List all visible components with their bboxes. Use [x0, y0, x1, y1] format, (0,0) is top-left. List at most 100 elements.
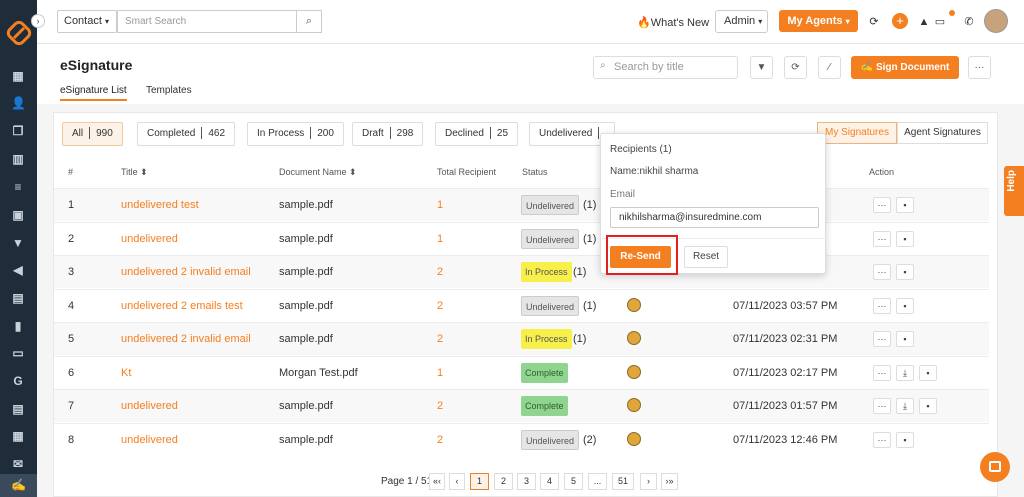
row-delete-button[interactable]: ▪	[896, 197, 914, 213]
row-more-button[interactable]: ···	[873, 197, 891, 213]
page-button[interactable]: 4	[540, 473, 559, 490]
row-title-link[interactable]: undelivered 2 emails test	[121, 300, 243, 312]
my-signatures-toggle[interactable]: My Signatures	[817, 122, 897, 144]
filter-completed[interactable]: Completed 462	[137, 122, 236, 146]
contact-type-select[interactable]: Contact ▾	[57, 10, 117, 33]
admin-select[interactable]: Admin ▾	[715, 10, 768, 33]
folder-icon[interactable]: ▭	[11, 346, 25, 360]
notes-icon[interactable]: ▤	[11, 291, 25, 305]
row-recipient-count[interactable]: 2	[437, 266, 443, 278]
row-title-link[interactable]: Kt	[121, 367, 131, 379]
dashboard-icon[interactable]: ▦	[11, 69, 25, 83]
page-button[interactable]: ›	[640, 473, 657, 490]
recipient-email-input[interactable]: nikhilsharma@insuredmine.com	[610, 207, 819, 228]
page-button[interactable]: ‹	[449, 473, 465, 490]
row-recipient-count[interactable]: 2	[437, 434, 443, 446]
bell-icon[interactable]: ▲	[917, 15, 931, 29]
row-recipient-count[interactable]: 2	[437, 300, 443, 312]
row-title-link[interactable]: undelivered	[121, 434, 178, 446]
row-recipient-count[interactable]: 2	[437, 333, 443, 345]
phone-icon[interactable]: ✆	[962, 15, 976, 29]
row-recipient-count[interactable]: 1	[437, 233, 443, 245]
refresh-button[interactable]: ⟳	[784, 56, 807, 79]
row-title-link[interactable]: undelivered	[121, 400, 178, 412]
user-avatar[interactable]	[984, 9, 1008, 33]
row-more-button[interactable]: ···	[873, 264, 891, 280]
title-search-input[interactable]: Search by title	[593, 56, 738, 79]
row-delete-button[interactable]: ▪	[896, 431, 914, 448]
row-delete-button[interactable]: ▪	[919, 398, 937, 414]
row-download-button[interactable]: ⤓	[896, 398, 914, 414]
page-button[interactable]: 3	[517, 473, 536, 490]
megaphone-icon[interactable]: ◀	[11, 263, 25, 277]
row-more-button[interactable]: ···	[873, 297, 891, 314]
row-more-button[interactable]: ···	[873, 331, 891, 347]
smart-search-input[interactable]: Smart Search	[117, 10, 297, 33]
row-title-link[interactable]: undelivered	[121, 233, 178, 245]
report-icon[interactable]: ▤	[11, 402, 25, 416]
filter-declined[interactable]: Declined 25	[435, 122, 519, 146]
reset-button[interactable]: Reset	[684, 246, 728, 268]
page-button[interactable]: 2	[494, 473, 513, 490]
page-button[interactable]: 5	[564, 473, 583, 490]
row-title-link[interactable]: undelivered 2 invalid email	[121, 333, 251, 345]
page-button[interactable]: ›»	[661, 473, 678, 490]
status-count[interactable]: (1)	[583, 199, 596, 211]
row-title-link[interactable]: undelivered test	[121, 199, 199, 211]
row-title-link[interactable]: undelivered 2 invalid email	[121, 266, 251, 278]
sidebar-item-esignature[interactable]: ✍	[0, 474, 37, 497]
row-recipient-count[interactable]: 1	[437, 367, 443, 379]
row-more-button[interactable]: ···	[873, 398, 891, 414]
list-icon[interactable]: ≡	[11, 180, 25, 194]
status-count[interactable]: (2)	[583, 434, 596, 446]
row-more-button[interactable]: ···	[873, 364, 891, 381]
mail-icon[interactable]: ✉	[11, 457, 25, 471]
status-count[interactable]: (1)	[573, 266, 586, 278]
status-count[interactable]: (1)	[583, 300, 596, 312]
page-button[interactable]: «‹	[429, 473, 445, 490]
row-more-button[interactable]: ···	[873, 431, 891, 448]
row-download-button[interactable]: ⤓	[896, 364, 914, 381]
sidebar-toggle-button[interactable]: ›	[31, 14, 45, 28]
contacts-icon[interactable]: 👤	[11, 96, 26, 110]
calendar-icon[interactable]: ▦	[11, 429, 25, 443]
page-button[interactable]: 1	[470, 473, 489, 490]
whats-new-link[interactable]: 🔥What's New	[637, 16, 709, 29]
my-agents-button[interactable]: My Agents ▾	[779, 10, 858, 32]
chart-icon[interactable]: ▮	[11, 319, 25, 333]
search-button[interactable]: ⌕	[296, 10, 322, 33]
row-more-button[interactable]: ···	[873, 230, 891, 247]
filter-button[interactable]: ▼	[750, 56, 773, 79]
status-count[interactable]: (1)	[573, 333, 586, 345]
tab-esignature-list[interactable]: eSignature List	[60, 85, 127, 101]
refresh-icon[interactable]: ⟳	[867, 15, 881, 29]
contact-card-icon[interactable]: ▣	[11, 208, 25, 222]
bank-icon[interactable]: ▥	[11, 152, 25, 166]
agent-signatures-toggle[interactable]: Agent Signatures	[897, 122, 988, 144]
status-count[interactable]: (1)	[583, 233, 596, 245]
resend-button[interactable]: Re-Send	[610, 246, 671, 268]
page-button[interactable]: ...	[588, 473, 607, 490]
filter-draft[interactable]: Draft 298	[352, 122, 424, 146]
sign-document-button[interactable]: ✍ Sign Document	[851, 56, 959, 79]
chart-button[interactable]: ⁄	[818, 56, 841, 79]
row-delete-button[interactable]: ▪	[896, 264, 914, 280]
row-delete-button[interactable]: ▪	[896, 230, 914, 247]
filter-all[interactable]: All 990	[62, 122, 123, 146]
page-button[interactable]: 51	[612, 473, 634, 490]
row-delete-button[interactable]: ▪	[919, 364, 937, 381]
tab-templates[interactable]: Templates	[146, 85, 192, 96]
add-icon[interactable]: +	[892, 13, 908, 29]
row-delete-button[interactable]: ▪	[896, 297, 914, 314]
app-logo-icon[interactable]	[6, 20, 32, 46]
inbox-icon[interactable]: ▭	[933, 15, 947, 29]
row-delete-button[interactable]: ▪	[896, 331, 914, 347]
row-recipient-count[interactable]: 2	[437, 400, 443, 412]
filter-in-process[interactable]: In Process 200	[247, 122, 344, 146]
col-header-title[interactable]: Title ⬍	[121, 167, 148, 178]
funnel-icon[interactable]: ▼	[11, 236, 25, 250]
col-header-document-name[interactable]: Document Name ⬍	[279, 167, 357, 178]
documents-icon[interactable]: ❐	[11, 124, 25, 138]
google-icon[interactable]: G	[11, 374, 25, 388]
row-recipient-count[interactable]: 1	[437, 199, 443, 211]
